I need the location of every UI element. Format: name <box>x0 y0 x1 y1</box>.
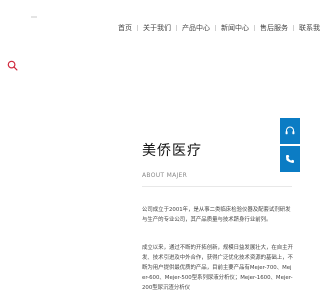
about-paragraph: 公司成立于2001年，是从事二类临床检验仪器及配套试剂研发与生产的专业公司，其产… <box>142 207 291 223</box>
nav-item-news[interactable]: 新闻中心 <box>221 23 249 33</box>
logo[interactable] <box>31 16 37 18</box>
nav-item-contact[interactable]: 联系我们 <box>299 23 320 33</box>
about-subtitle: ABOUT MAJER <box>142 172 188 179</box>
header: 首页 关于我们 产品中心 新闻中心 售后服务 联系我们 <box>0 0 320 48</box>
nav-item-about[interactable]: 关于我们 <box>143 23 171 33</box>
nav-divider <box>293 25 294 31</box>
about-title: 美侨医疗 <box>142 143 202 159</box>
headset-icon <box>285 126 295 135</box>
nav-divider <box>254 25 255 31</box>
nav-divider <box>176 25 177 31</box>
main-nav: 首页 关于我们 产品中心 新闻中心 售后服务 联系我们 <box>118 23 320 33</box>
nav-item-service[interactable]: 售后服务 <box>260 23 288 33</box>
side-button-service[interactable] <box>280 118 300 144</box>
divider <box>142 186 292 187</box>
search-icon[interactable] <box>7 56 18 71</box>
nav-item-products[interactable]: 产品中心 <box>182 23 210 33</box>
about-paragraph: 成立以来，通过不断的开拓创新，规模日益发展壮大，在自主开发、技术引进及中外合作，… <box>142 245 293 291</box>
nav-item-home[interactable]: 首页 <box>118 23 132 33</box>
about-section: 美侨医疗 ABOUT MAJER <box>142 142 300 187</box>
nav-divider <box>215 25 216 31</box>
nav-divider <box>137 25 138 31</box>
